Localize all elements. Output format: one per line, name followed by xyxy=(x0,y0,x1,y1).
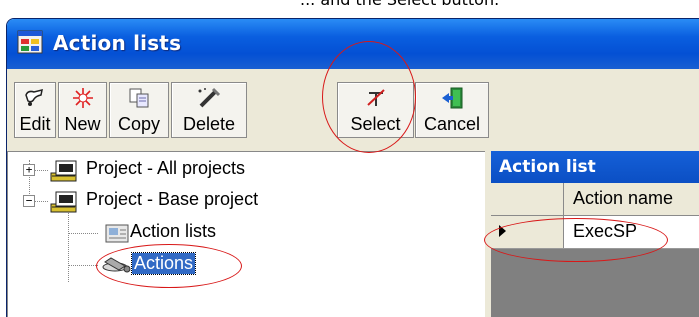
annotation-ellipse-actions xyxy=(96,244,242,288)
delete-button[interactable]: Delete xyxy=(171,82,247,138)
project-folder-icon xyxy=(50,160,77,182)
app-window-icon xyxy=(17,30,43,54)
tree-connector xyxy=(68,233,98,234)
row-selector-header[interactable] xyxy=(491,183,564,215)
tree-connector xyxy=(34,170,48,171)
action-lists-icon xyxy=(105,224,129,243)
caption: ... and the Select button. xyxy=(0,0,699,10)
new-button[interactable]: New xyxy=(58,82,107,138)
tree-connector xyxy=(34,201,48,202)
column-header-action-name[interactable]: Action name xyxy=(573,188,673,209)
tree-connector xyxy=(68,212,69,282)
tree-node-base-project[interactable]: Project - Base project xyxy=(86,189,258,210)
grid-header: Action name xyxy=(491,183,699,216)
delete-icon xyxy=(198,87,221,108)
collapse-toggle[interactable]: − xyxy=(23,195,35,207)
tree-node-action-lists[interactable]: Action lists xyxy=(130,221,216,242)
tree-connector xyxy=(68,265,98,266)
panel-title: Action list xyxy=(499,157,596,177)
cancel-icon xyxy=(442,87,463,109)
annotation-ellipse-select xyxy=(322,41,416,153)
edit-icon xyxy=(25,88,43,106)
copy-icon xyxy=(129,88,149,108)
project-folder-icon xyxy=(50,191,77,213)
project-tree[interactable]: + Project - All projects − Project - Bas… xyxy=(7,151,486,317)
tree-node-all-projects[interactable]: Project - All projects xyxy=(86,158,245,179)
edit-button[interactable]: Edit xyxy=(14,82,56,138)
annotation-ellipse-execsp xyxy=(484,218,668,262)
new-icon xyxy=(72,88,93,108)
copy-button[interactable]: Copy xyxy=(109,82,169,138)
panel-header: Action list xyxy=(491,151,699,183)
expand-toggle[interactable]: + xyxy=(23,164,35,176)
window-title: Action lists xyxy=(53,31,182,55)
cancel-button[interactable]: Cancel xyxy=(415,82,489,138)
